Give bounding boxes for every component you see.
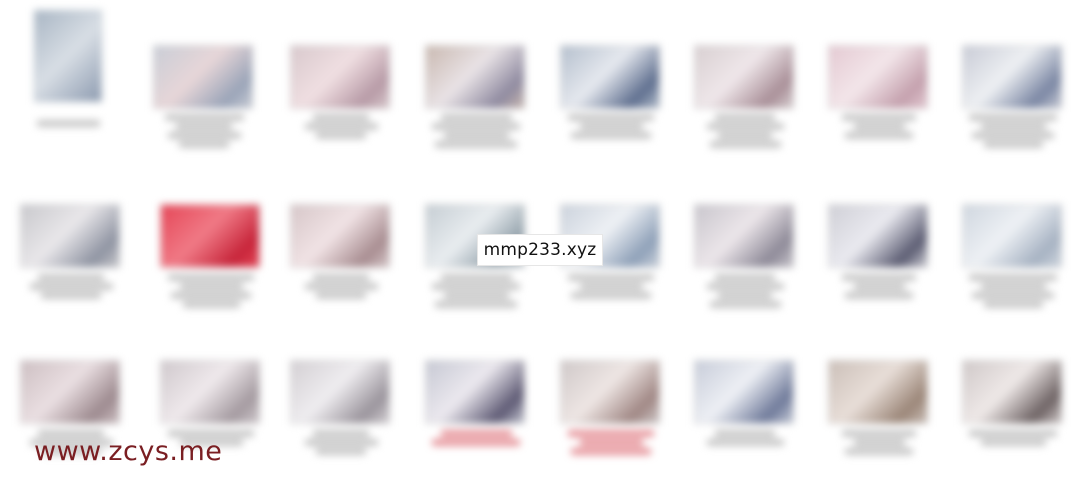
thumbnail-image[interactable] [694,45,794,109]
thumbnail-image[interactable] [828,360,928,424]
site-watermark: www.zcys.me [34,436,223,467]
watermark-text: mmp233.xyz [483,240,597,260]
thumbnail-caption [690,272,800,310]
thumbnail-image[interactable] [290,360,390,424]
thumbnail-image[interactable] [290,45,390,109]
thumbnail-caption [556,428,666,457]
folder-thumbnail[interactable] [34,10,102,102]
thumbnail-caption [421,272,531,310]
thumbnail-image[interactable] [962,204,1062,268]
thumbnail-caption [421,428,531,448]
thumbnail-image[interactable] [694,360,794,424]
thumbnail-caption [690,112,800,150]
thumbnail-image[interactable] [160,360,260,424]
thumbnail-caption [958,112,1068,150]
thumbnail-image[interactable] [160,204,260,268]
thumbnail-caption [16,272,126,301]
thumbnail-image[interactable] [828,204,928,268]
thumbnail-image[interactable] [694,204,794,268]
thumbnail-caption [824,272,934,301]
thumbnail-caption [286,112,396,141]
thumbnail-caption [824,112,934,141]
watermark-label: mmp233.xyz [477,234,603,266]
thumbnail-image[interactable] [962,45,1062,109]
thumbnail-image[interactable] [425,360,525,424]
thumbnail-image[interactable] [828,45,928,109]
thumbnail-caption [149,112,259,150]
thumbnail-caption [690,428,800,448]
folder-view: mmp233.xyz www.zcys.me [0,0,1080,496]
thumbnail-caption [286,272,396,301]
thumbnail-image[interactable] [425,45,525,109]
thumbnail-caption [958,428,1068,448]
thumbnail-image[interactable] [290,204,390,268]
thumbnail-image[interactable] [560,45,660,109]
thumbnail-caption [556,112,666,141]
thumbnail-image[interactable] [153,45,253,109]
thumbnail-caption [286,428,396,457]
thumbnail-caption [556,272,666,301]
thumbnail-image[interactable] [962,360,1062,424]
thumbnail-caption [958,272,1068,310]
thumbnail-caption [421,112,531,150]
thumbnail-image[interactable] [20,204,120,268]
thumbnail-caption [824,428,934,457]
thumbnail-image[interactable] [560,360,660,424]
thumbnail-caption [156,272,266,310]
thumbnail-image[interactable] [20,360,120,424]
thumbnail-caption [13,118,123,129]
